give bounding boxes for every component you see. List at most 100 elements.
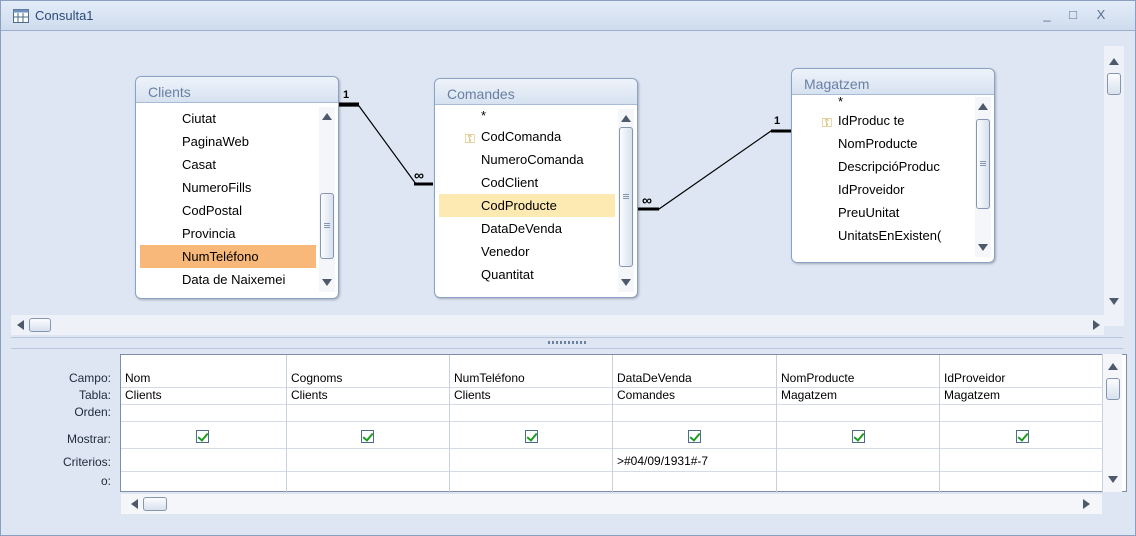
field-scrollbar[interactable] xyxy=(319,107,335,292)
campo-cell[interactable]: NumTeléfono xyxy=(454,371,525,386)
field-item[interactable]: PreuUnitat xyxy=(796,201,972,224)
field-item[interactable]: CodPostal xyxy=(140,199,316,222)
row-label-criterios: Criterios: xyxy=(62,455,111,469)
field-item[interactable]: Quantitat xyxy=(439,263,615,286)
scroll-up-icon[interactable] xyxy=(1108,363,1118,370)
scroll-down-icon[interactable] xyxy=(978,244,988,251)
field-item[interactable]: NomProducte xyxy=(796,132,972,155)
table-title[interactable]: Magatzem xyxy=(792,69,994,95)
scroll-left-icon[interactable] xyxy=(17,320,24,330)
campo-cell[interactable]: DataDeVenda xyxy=(617,371,692,386)
field-item[interactable]: UnitatsEnExisten( xyxy=(796,224,972,247)
grid-column: IdProveidor Magatzem xyxy=(940,355,1103,493)
table-magatzem[interactable]: Magatzem * ⚿ IdProduc te NomProducte Desc… xyxy=(791,68,995,263)
scroll-down-icon[interactable] xyxy=(621,279,631,286)
tabla-cell[interactable]: Magatzem xyxy=(944,388,1000,403)
field-item-key[interactable]: ⚿ IdProduc te xyxy=(796,109,972,132)
tabla-cell[interactable]: Clients xyxy=(125,388,162,403)
query-grid[interactable]: Nom Clients Cognoms Clients NumTeléfono … xyxy=(120,354,1127,493)
scroll-thumb[interactable] xyxy=(619,127,633,267)
grid-column: DataDeVenda Comandes >#04/09/1931#-7 xyxy=(613,355,777,493)
field-list: * ⚿ IdProduc te NomProducte DescripcióPro… xyxy=(796,95,972,247)
mostrar-checkbox[interactable] xyxy=(361,430,374,443)
field-item[interactable]: Provincia xyxy=(140,222,316,245)
scroll-thumb[interactable] xyxy=(143,497,167,511)
query-design-window: Consulta1 _ □ X 1 ∞ 1 ∞ Clients Ciutat P… xyxy=(0,0,1136,536)
title-bar: Consulta1 _ □ X xyxy=(1,1,1135,31)
field-item[interactable]: Venedor xyxy=(439,240,615,263)
table-clients[interactable]: Clients Ciutat PaginaWeb Casat NumeroFil… xyxy=(135,76,339,299)
design-pane-vertical-scrollbar[interactable] xyxy=(1104,46,1124,326)
table-title[interactable]: Clients xyxy=(136,77,338,103)
scroll-thumb[interactable] xyxy=(1106,378,1120,400)
field-item[interactable]: Data de Naixemei xyxy=(140,268,316,291)
field-item-selected[interactable]: NumTeléfono xyxy=(140,245,316,268)
scroll-up-icon[interactable] xyxy=(978,103,988,110)
primary-key-icon: ⚿ xyxy=(465,131,475,146)
scroll-thumb[interactable] xyxy=(976,119,990,209)
pane-splitter[interactable] xyxy=(11,337,1123,349)
field-item[interactable]: DescripcióProduc xyxy=(796,155,972,178)
grid-column: NumTeléfono Clients xyxy=(450,355,613,493)
table-title[interactable]: Comandes xyxy=(435,79,637,105)
grid-vertical-scrollbar[interactable] xyxy=(1102,354,1122,492)
field-item[interactable]: IdProveidor xyxy=(796,178,972,201)
grid-column: Cognoms Clients xyxy=(287,355,450,493)
table-comandes[interactable]: Comandes * ⚿ CodComanda NumeroComanda Cod… xyxy=(434,78,638,298)
scroll-up-icon[interactable] xyxy=(322,113,332,120)
field-item[interactable]: DataDeVenda xyxy=(439,217,615,240)
campo-cell[interactable]: Nom xyxy=(125,371,150,386)
field-item[interactable]: Casat xyxy=(140,153,316,176)
row-label-tabla: Tabla: xyxy=(78,388,111,402)
minimize-button[interactable]: _ xyxy=(1038,7,1056,23)
scroll-down-icon[interactable] xyxy=(1109,298,1119,305)
maximize-button[interactable]: □ xyxy=(1064,7,1082,23)
design-pane-horizontal-scrollbar[interactable] xyxy=(11,315,1104,335)
field-item-key[interactable]: ⚿ CodComanda xyxy=(439,125,615,148)
tabla-cell[interactable]: Magatzem xyxy=(781,388,837,403)
tabla-cell[interactable]: Comandes xyxy=(617,388,675,403)
field-list: * ⚿ CodComanda NumeroComanda CodClient Co… xyxy=(439,107,615,286)
field-item-highlighted[interactable]: CodProducte xyxy=(439,194,615,217)
scroll-thumb[interactable] xyxy=(1107,73,1121,95)
scroll-thumb[interactable] xyxy=(29,318,51,332)
field-item[interactable]: NumeroComanda xyxy=(439,148,615,171)
field-item[interactable]: PaginaWeb xyxy=(140,130,316,153)
scroll-left-icon[interactable] xyxy=(131,499,138,509)
close-button[interactable]: X xyxy=(1092,7,1110,23)
scroll-up-icon[interactable] xyxy=(621,115,631,122)
scroll-right-icon[interactable] xyxy=(1093,320,1100,330)
field-item[interactable]: * xyxy=(439,107,615,125)
splitter-grip[interactable] xyxy=(548,341,588,344)
field-item[interactable]: Ciutat xyxy=(140,107,316,130)
field-item[interactable]: CodClient xyxy=(439,171,615,194)
field-label: IdProduc te xyxy=(838,113,905,128)
field-item[interactable]: * xyxy=(796,95,972,109)
field-scrollbar[interactable] xyxy=(618,109,634,292)
criterios-cell[interactable]: >#04/09/1931#-7 xyxy=(617,454,708,469)
mostrar-checkbox[interactable] xyxy=(525,430,538,443)
grid-column: Nom Clients xyxy=(121,355,287,493)
scroll-down-icon[interactable] xyxy=(1108,476,1118,483)
campo-cell[interactable]: NomProducte xyxy=(781,371,854,386)
mostrar-checkbox[interactable] xyxy=(688,430,701,443)
row-label-orden: Orden: xyxy=(74,405,111,419)
row-label-campo: Campo: xyxy=(68,371,111,385)
campo-cell[interactable]: IdProveidor xyxy=(944,371,1005,386)
row-label-o: o: xyxy=(100,474,111,488)
mostrar-checkbox[interactable] xyxy=(1016,430,1029,443)
scroll-up-icon[interactable] xyxy=(1109,58,1119,65)
field-item[interactable]: NumeroFills xyxy=(140,176,316,199)
field-scrollbar[interactable] xyxy=(975,97,991,257)
campo-cell[interactable]: Cognoms xyxy=(291,371,342,386)
tabla-cell[interactable]: Clients xyxy=(291,388,328,403)
mostrar-checkbox[interactable] xyxy=(196,430,209,443)
tabla-cell[interactable]: Clients xyxy=(454,388,491,403)
grid-horizontal-scrollbar[interactable] xyxy=(121,494,1102,514)
query-icon xyxy=(13,9,29,23)
scroll-thumb[interactable] xyxy=(320,193,334,259)
mostrar-checkbox[interactable] xyxy=(852,430,865,443)
scroll-right-icon[interactable] xyxy=(1083,499,1090,509)
scroll-down-icon[interactable] xyxy=(322,279,332,286)
field-list: Ciutat PaginaWeb Casat NumeroFills CodPo… xyxy=(140,107,316,291)
